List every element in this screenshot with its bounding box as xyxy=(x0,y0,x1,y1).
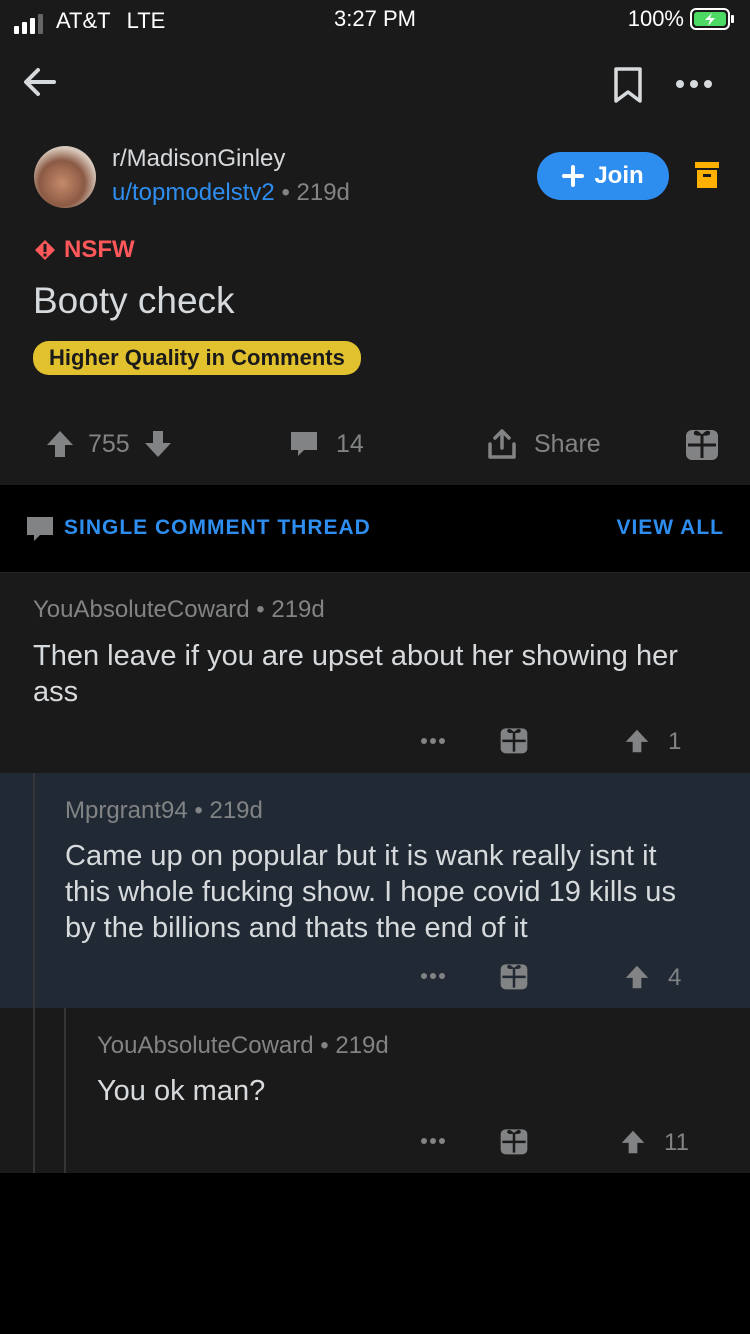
comment-count: 14 xyxy=(336,429,364,458)
award-icon[interactable] xyxy=(499,1126,529,1156)
share-button[interactable]: Share xyxy=(487,428,601,460)
network-label: LTE xyxy=(126,8,166,33)
thread-line[interactable] xyxy=(64,1008,66,1173)
back-arrow-icon[interactable] xyxy=(20,62,60,102)
more-icon[interactable] xyxy=(420,972,446,980)
comment-vote-count: 1 xyxy=(668,728,682,755)
comment-2-meta: Mprgrant94 • 219d xyxy=(65,797,263,824)
archive-icon[interactable] xyxy=(694,160,720,190)
comment-author[interactable]: YouAbsoluteCoward xyxy=(97,1032,314,1059)
award-icon[interactable] xyxy=(499,961,529,991)
plus-icon xyxy=(562,165,585,187)
comment-line: by the billions and thats the end of it xyxy=(65,912,528,944)
comment-age: 219d xyxy=(209,797,263,824)
more-icon[interactable] xyxy=(420,1137,446,1145)
comment-thread-icon xyxy=(27,517,53,541)
subreddit-name[interactable]: r/MadisonGinley xyxy=(112,145,285,173)
carrier-label: AT&T xyxy=(56,8,111,33)
comment-vote-count: 4 xyxy=(668,964,682,991)
bookmark-icon[interactable] xyxy=(612,66,644,104)
nsfw-tag: NSFW xyxy=(34,236,135,264)
join-label: Join xyxy=(594,162,644,189)
more-icon[interactable] xyxy=(420,737,446,745)
comments-button[interactable]: 14 xyxy=(290,429,364,459)
comment-author[interactable]: Mprgrant94 xyxy=(65,797,188,824)
subreddit-avatar[interactable] xyxy=(34,146,96,208)
vote-group: 755 xyxy=(46,429,172,459)
comment-line: Came up on popular but it is wank really… xyxy=(65,840,657,872)
comment-1-meta: YouAbsoluteCoward • 219d xyxy=(33,596,325,623)
post-byline: u/topmodelstv2 • 219d xyxy=(112,179,350,206)
post-flair[interactable]: Higher Quality in Comments xyxy=(33,341,361,375)
comment-line: this whole fucking show. I hope covid 19… xyxy=(65,876,676,908)
comment-line: You ok man? xyxy=(97,1075,266,1107)
comment-line: ass xyxy=(33,676,79,708)
comment-icon xyxy=(291,432,317,456)
status-bar-right: 100% xyxy=(628,6,736,32)
comment-vote-count: 11 xyxy=(664,1129,689,1156)
status-bar-left: AT&T LTE xyxy=(14,6,165,36)
comment-2-body: Came up on popular but it is wank really… xyxy=(65,838,735,946)
battery-icon xyxy=(690,8,734,30)
comment-age: 219d xyxy=(271,596,325,623)
single-thread-label: SINGLE COMMENT THREAD xyxy=(64,516,371,539)
share-icon xyxy=(488,429,516,459)
post-title: Booty check xyxy=(33,280,235,321)
upvote-icon[interactable] xyxy=(624,964,650,990)
award-icon[interactable] xyxy=(499,725,529,755)
post-author[interactable]: u/topmodelstv2 xyxy=(112,179,275,206)
share-label: Share xyxy=(534,429,601,458)
view-all-link[interactable]: VIEW ALL xyxy=(616,516,724,540)
more-icon[interactable] xyxy=(674,78,714,90)
comment-3-meta: YouAbsoluteCoward • 219d xyxy=(97,1032,389,1059)
comment-3-body: You ok man? xyxy=(97,1073,737,1109)
comment-line: Then leave if you are upset about her sh… xyxy=(33,640,678,672)
vote-count: 755 xyxy=(88,429,130,458)
upvote-icon[interactable] xyxy=(620,1129,646,1155)
battery-percent: 100% xyxy=(627,6,684,31)
join-button[interactable]: Join xyxy=(537,152,669,200)
downvote-icon[interactable] xyxy=(144,429,172,459)
upvote-icon[interactable] xyxy=(46,429,74,459)
comment-1-body: Then leave if you are upset about her sh… xyxy=(33,638,733,710)
award-icon[interactable] xyxy=(684,426,720,462)
comment-author[interactable]: YouAbsoluteCoward xyxy=(33,596,250,623)
nsfw-label: NSFW xyxy=(64,236,135,263)
thread-line[interactable] xyxy=(33,1008,35,1173)
upvote-icon[interactable] xyxy=(624,728,650,754)
comment-age: 219d xyxy=(335,1032,389,1059)
nsfw-warning-icon xyxy=(35,240,55,260)
post-age: 219d xyxy=(296,179,350,206)
signal-icon xyxy=(14,8,46,34)
